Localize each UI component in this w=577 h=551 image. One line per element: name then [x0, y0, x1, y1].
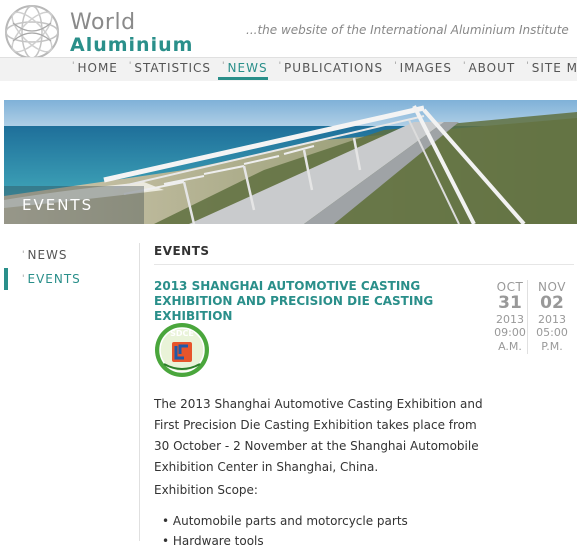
nav-news-label: NEWS	[227, 61, 268, 75]
nav-tick: '	[526, 61, 530, 71]
end-year: 2013	[538, 313, 566, 326]
sidebar-tick: '	[22, 274, 26, 284]
event-start-date: OCT 31 2013 09:00 A.M.	[491, 280, 529, 354]
sidebar-tick: '	[22, 250, 26, 260]
sidebar-item-news[interactable]: ' NEWS	[4, 244, 134, 266]
event-title-link[interactable]: 2013 SHANGHAI AUTOMOTIVE CASTING EXHIBIT…	[154, 279, 474, 324]
sidebar-item-events-label: EVENTS	[27, 272, 81, 286]
list-item: Automobile parts and motorcycle parts	[162, 511, 408, 531]
start-time: 09:00	[494, 326, 526, 339]
nav-images[interactable]: ' IMAGES	[394, 61, 452, 79]
nav-tick: '	[72, 61, 76, 71]
start-year: 2013	[496, 313, 524, 326]
nav-images-label: IMAGES	[399, 61, 452, 75]
world-globe-logo-icon[interactable]	[3, 3, 61, 61]
logo-world-text[interactable]: World	[70, 10, 136, 35]
nav-tick: '	[462, 61, 467, 71]
nav-publications-label: PUBLICATIONS	[284, 61, 384, 75]
section-title: EVENTS	[154, 244, 210, 258]
nav-tick: '	[394, 61, 398, 71]
nav-about-label: ABOUT	[468, 61, 516, 75]
nav-statistics-label: STATISTICS	[134, 61, 212, 75]
nav-site-map-label: SITE MAP	[531, 61, 577, 75]
sidebar-item-news-label: NEWS	[27, 248, 68, 262]
date-separator	[527, 280, 528, 354]
banner-title: EVENTS	[22, 196, 94, 214]
nav-active-indicator	[218, 77, 268, 80]
end-ampm: P.M.	[541, 340, 563, 353]
sidebar: ' NEWS ' EVENTS	[4, 244, 134, 292]
nav-tick: '	[222, 61, 226, 71]
nav-home-label: HOME	[77, 61, 118, 75]
nav-about[interactable]: ' ABOUT	[463, 61, 515, 79]
start-month: OCT	[496, 280, 524, 294]
sdce-logo-text: SDCE	[170, 329, 194, 338]
exhibition-scope-list: Automobile parts and motorcycle parts Ha…	[162, 511, 408, 551]
site-header: World Aluminium ...the website of the In…	[0, 0, 577, 100]
exhibition-scope-heading: Exhibition Scope:	[154, 483, 258, 497]
event-end-date: NOV 02 2013 05:00 P.M.	[533, 280, 571, 354]
nav-statistics[interactable]: ' STATISTICS	[129, 61, 211, 79]
logo-aluminium-text[interactable]: Aluminium	[70, 34, 193, 56]
end-time: 05:00	[536, 326, 568, 339]
site-tagline: ...the website of the International Alum…	[246, 23, 569, 37]
main-nav: ' HOME ' STATISTICS ' NEWS ' PUBLICATIONS ' I…	[72, 61, 577, 79]
nav-tick: '	[278, 61, 283, 71]
sidebar-item-events[interactable]: ' EVENTS	[4, 268, 134, 290]
end-day: 02	[540, 293, 564, 313]
end-month: NOV	[538, 280, 566, 294]
section-title-rule	[154, 264, 574, 265]
main-nav-bar: ' HOME ' STATISTICS ' NEWS ' PUBLICATIONS ' I…	[0, 57, 577, 81]
content-divider	[139, 243, 140, 541]
nav-publications[interactable]: ' PUBLICATIONS	[279, 61, 384, 79]
nav-site-map[interactable]: 'SITE MAP	[526, 61, 577, 79]
start-ampm: A.M.	[498, 340, 522, 353]
list-item: Hardware tools	[162, 531, 408, 551]
nav-home[interactable]: ' HOME	[72, 61, 118, 79]
sdce-logo-image: SDCE	[155, 323, 209, 377]
nav-tick: '	[128, 61, 133, 71]
start-day: 31	[498, 293, 522, 313]
event-description: The 2013 Shanghai Automotive Casting Exh…	[154, 397, 483, 474]
